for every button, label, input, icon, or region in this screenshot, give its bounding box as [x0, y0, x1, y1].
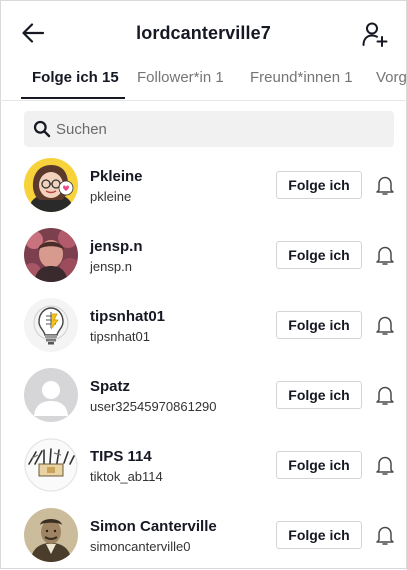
- user-handle: user32545970861290: [90, 399, 217, 414]
- following-button[interactable]: Folge ich: [276, 521, 362, 549]
- avatar[interactable]: [24, 508, 78, 562]
- tab-followers[interactable]: Follower*in 1: [137, 69, 224, 86]
- bell-icon[interactable]: [374, 174, 396, 196]
- tab-bar: Folge ich 15 Follower*in 1 Freund*innen …: [0, 62, 407, 101]
- avatar[interactable]: [24, 158, 78, 212]
- list-item[interactable]: Spatz user32545970861290 Folge ich: [0, 360, 407, 430]
- user-name: Spatz: [90, 378, 131, 395]
- list-item[interactable]: jensp.n jensp.n Folge ich: [0, 220, 407, 290]
- bell-icon[interactable]: [374, 524, 396, 546]
- active-tab-indicator: [21, 97, 125, 99]
- list-item[interactable]: TIPS 114 tiktok_ab114 Folge ich: [0, 430, 407, 500]
- list-item[interactable]: tipsnhat01 tipsnhat01 Folge ich: [0, 290, 407, 360]
- add-user-button[interactable]: [361, 20, 389, 48]
- search-bar: [24, 111, 394, 147]
- tab-following[interactable]: Folge ich 15: [32, 69, 119, 86]
- user-name: Simon Canterville: [90, 518, 217, 535]
- following-button[interactable]: Folge ich: [276, 311, 362, 339]
- lightbulb-avatar: [24, 298, 78, 352]
- add-user-icon: [362, 22, 388, 47]
- bell-icon[interactable]: [374, 454, 396, 476]
- avatar[interactable]: [24, 298, 78, 352]
- page-title: lordcanterville7: [136, 23, 271, 43]
- search-icon: [33, 120, 51, 138]
- list-item[interactable]: Pkleine pkleine Folge ich: [0, 150, 407, 220]
- photo-person-flowers-avatar: [24, 228, 78, 282]
- illustrated-woman-avatar: [24, 158, 78, 212]
- header: lordcanterville7: [0, 0, 407, 62]
- following-button[interactable]: Folge ich: [276, 451, 362, 479]
- user-handle: tiktok_ab114: [90, 469, 163, 484]
- search-input[interactable]: [56, 111, 376, 147]
- avatar[interactable]: [24, 438, 78, 492]
- avatar[interactable]: [24, 368, 78, 422]
- user-handle: pkleine: [90, 189, 132, 204]
- user-name: TIPS 114: [90, 448, 152, 465]
- default-silhouette-avatar: [24, 368, 78, 422]
- user-handle: jensp.n: [90, 259, 132, 274]
- avatar[interactable]: [24, 228, 78, 282]
- vintage-portrait-avatar: [24, 508, 78, 562]
- user-name: tipsnhat01: [90, 308, 166, 325]
- user-name: jensp.n: [90, 238, 143, 255]
- user-handle: simoncanterville0: [90, 539, 191, 554]
- bell-icon[interactable]: [374, 314, 396, 336]
- bell-icon[interactable]: [374, 244, 396, 266]
- tab-friends[interactable]: Freund*innen 1: [250, 69, 353, 86]
- following-button[interactable]: Folge ich: [276, 171, 362, 199]
- user-handle: tipsnhat01: [90, 329, 150, 344]
- tools-sketch-avatar: [24, 438, 78, 492]
- following-button[interactable]: Folge ich: [276, 241, 362, 269]
- user-name: Pkleine: [90, 168, 143, 185]
- bell-icon[interactable]: [374, 384, 396, 406]
- following-button[interactable]: Folge ich: [276, 381, 362, 409]
- list-item[interactable]: Simon Canterville simoncanterville0 Folg…: [0, 500, 407, 570]
- tab-suggested[interactable]: Vorg: [376, 69, 407, 86]
